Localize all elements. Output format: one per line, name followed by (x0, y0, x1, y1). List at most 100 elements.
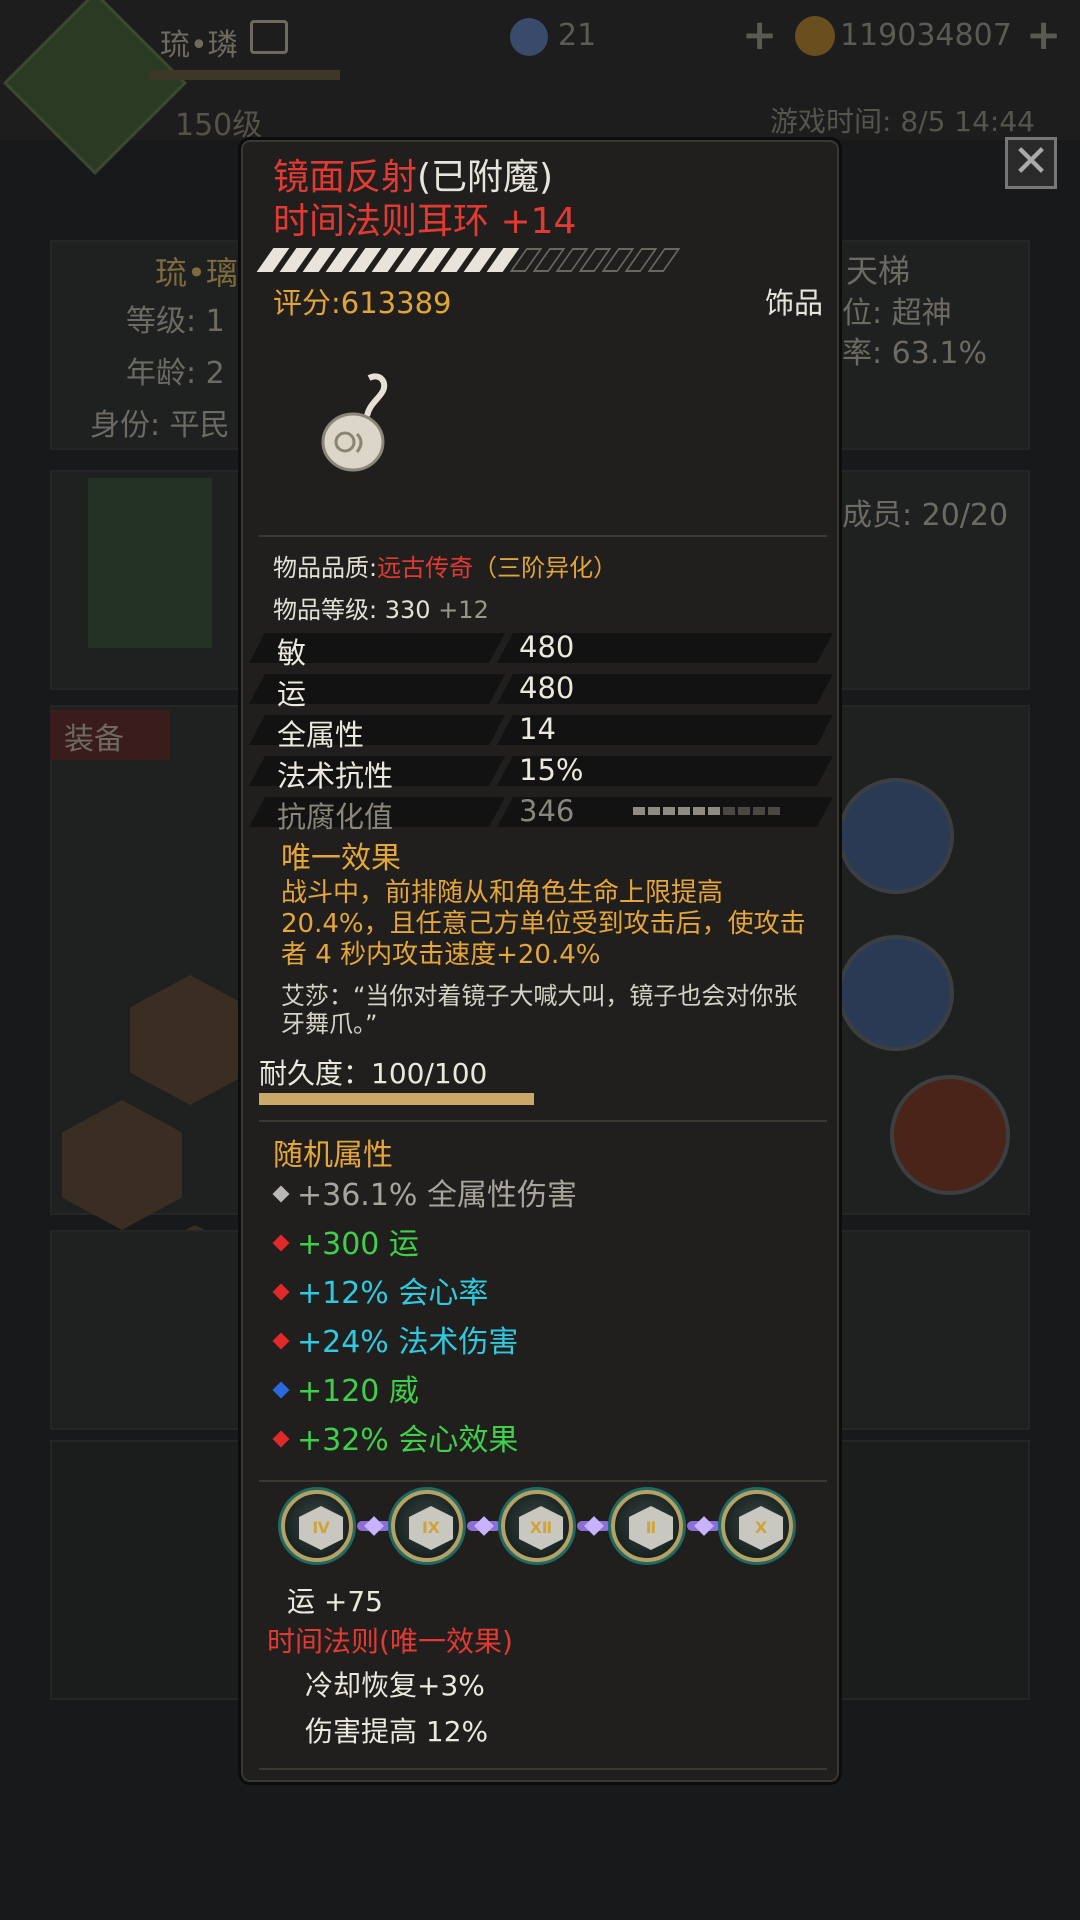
gem-dot-icon (272, 1332, 290, 1350)
random-attribute: +300 运 (271, 1219, 419, 1262)
random-attributes-title: 随机属性 (273, 1138, 393, 1173)
gem-icon (510, 18, 548, 56)
random-attribute-text: +36.1% 全属性伤害 (297, 1178, 577, 1213)
rank-label: 位: 超神 (842, 296, 952, 331)
random-attribute-text: +120 威 (297, 1374, 419, 1409)
corruption-segment (693, 807, 705, 815)
divider (259, 1120, 827, 1122)
profile-identity: 身份: 平民 (90, 408, 230, 443)
profile-level: 等级: 1 (126, 304, 225, 339)
divider (259, 1480, 827, 1482)
attribute-name: 法术抗性 (277, 759, 394, 793)
rune-glyph-icon: Ⅸ (409, 1506, 453, 1550)
rune-link-gem-icon (694, 1516, 714, 1536)
rune-glyph-icon: Ⅻ (519, 1506, 563, 1550)
coin-icon (795, 16, 835, 56)
attribute-row: 运 480 (249, 671, 833, 711)
corruption-segment (753, 807, 765, 815)
corruption-segment (768, 807, 780, 815)
equipment-tab-label: 装备 (64, 722, 124, 757)
gem-dot-icon (272, 1381, 290, 1399)
gourd-earring-icon (321, 373, 388, 472)
gem-dot-icon (272, 1234, 290, 1252)
level-value: 330 (384, 596, 431, 624)
gem-count: 21 (558, 18, 597, 53)
random-attribute-text: +24% 法术伤害 (297, 1325, 519, 1360)
gem-dot-icon (272, 1283, 290, 1301)
set-tag: (唯一效果) (379, 1625, 513, 1658)
rune-link-gem-icon (584, 1516, 604, 1536)
attribute-value: 14 (519, 712, 556, 746)
durability-bar (259, 1093, 534, 1105)
quality-label: 物品品质: (273, 554, 378, 582)
add-gems-button[interactable]: + (742, 10, 777, 59)
attribute-name: 抗腐化值 (277, 800, 394, 834)
attribute-value: 346 (519, 794, 575, 828)
rune-glyph-icon: Ⅹ (739, 1506, 783, 1550)
rune-5-icon[interactable]: Ⅹ (721, 1490, 793, 1562)
skill-icon-3[interactable] (890, 1075, 1010, 1195)
gem-dot-icon (272, 1185, 290, 1203)
random-attribute: +32% 会心效果 (271, 1415, 519, 1458)
attribute-value: 480 (519, 630, 575, 664)
rune-3-icon[interactable]: Ⅻ (501, 1490, 573, 1562)
random-attribute: +36.1% 全属性伤害 (271, 1170, 577, 1213)
ladder-label: 天梯 (846, 252, 911, 290)
rune-link-gem-icon (474, 1516, 494, 1536)
skill-icon-1[interactable] (838, 778, 954, 894)
attribute-row: 抗腐化值 346 (249, 794, 833, 834)
quality-suffix: （三阶异化） (473, 554, 618, 582)
rune-glyph-icon: Ⅳ (299, 1506, 343, 1550)
corruption-segment (633, 807, 645, 815)
corruption-segment (708, 807, 720, 815)
skill-icon-2[interactable] (838, 935, 954, 1051)
set-effect: 冷却恢复+3% (305, 1669, 485, 1702)
attribute-row: 敏 480 (249, 630, 833, 670)
item-score: 评分:613389 (273, 286, 452, 320)
attribute-name: 敏 (277, 636, 307, 670)
guild-banner-icon (88, 478, 212, 648)
random-attribute-text: +300 运 (297, 1227, 419, 1262)
level-bonus: +12 (438, 596, 489, 624)
exp-bar (150, 70, 340, 80)
set-title-line: 时间法则(唯一效果) (267, 1620, 513, 1660)
corruption-segment (663, 807, 675, 815)
rune-2-icon[interactable]: Ⅸ (391, 1490, 463, 1562)
random-attribute: +12% 会心率 (271, 1268, 488, 1311)
corruption-segment (678, 807, 690, 815)
level-label: 物品等级: (273, 596, 378, 624)
attribute-value: 480 (519, 671, 575, 705)
edit-icon[interactable] (250, 20, 288, 54)
set-title: 时间法则 (267, 1625, 380, 1658)
rune-bonus: 运 +75 (287, 1585, 383, 1618)
profile-age: 年龄: 2 (126, 356, 225, 391)
corruption-segment (723, 807, 735, 815)
add-coins-button[interactable]: + (1026, 10, 1061, 59)
quality-value: 远古传奇 (377, 554, 474, 582)
profile-name: 琉•璃 (155, 254, 238, 292)
game-time: 游戏时间: 8/5 14:44 (770, 105, 1035, 138)
rune-4-icon[interactable]: Ⅱ (611, 1490, 683, 1562)
rune-link-gem-icon (364, 1516, 384, 1536)
set-effect: 伤害提高 12% (305, 1715, 489, 1748)
item-quote: 艾莎：“当你对着镜子大喊大叫，镜子也会对你张牙舞爪。” (281, 982, 798, 1038)
corruption-segment (738, 807, 750, 815)
rune-1-icon[interactable]: Ⅳ (281, 1490, 353, 1562)
close-button[interactable]: ✕ (1005, 137, 1057, 189)
attribute-row: 全属性 14 (249, 712, 833, 752)
item-level: 物品等级: 330 +12 (273, 590, 489, 625)
random-attribute: +120 威 (271, 1366, 419, 1409)
gem-dot-icon (272, 1430, 290, 1448)
close-icon: ✕ (1012, 136, 1050, 187)
unique-effect-text: 战斗中，前排随从和角色生命上限提高 20.4%，且任意己方单位受到攻击后，使攻击… (281, 878, 806, 970)
item-tooltip: 镜面反射(已附魔) 时间法则耳环 +14 评分:613389 饰品 物品品质:远… (238, 137, 842, 1785)
attribute-value: 15% (519, 753, 584, 787)
unique-effect-title: 唯一效果 (281, 841, 401, 876)
player-name: 琉•璘 (160, 28, 238, 63)
score-bar (253, 248, 683, 272)
durability-label: 耐久度：100/100 (259, 1057, 488, 1090)
coin-count: 119034807 (840, 18, 1012, 53)
random-attribute-text: +32% 会心效果 (297, 1423, 519, 1458)
divider (259, 1768, 827, 1770)
rune-glyph-icon: Ⅱ (629, 1506, 673, 1550)
